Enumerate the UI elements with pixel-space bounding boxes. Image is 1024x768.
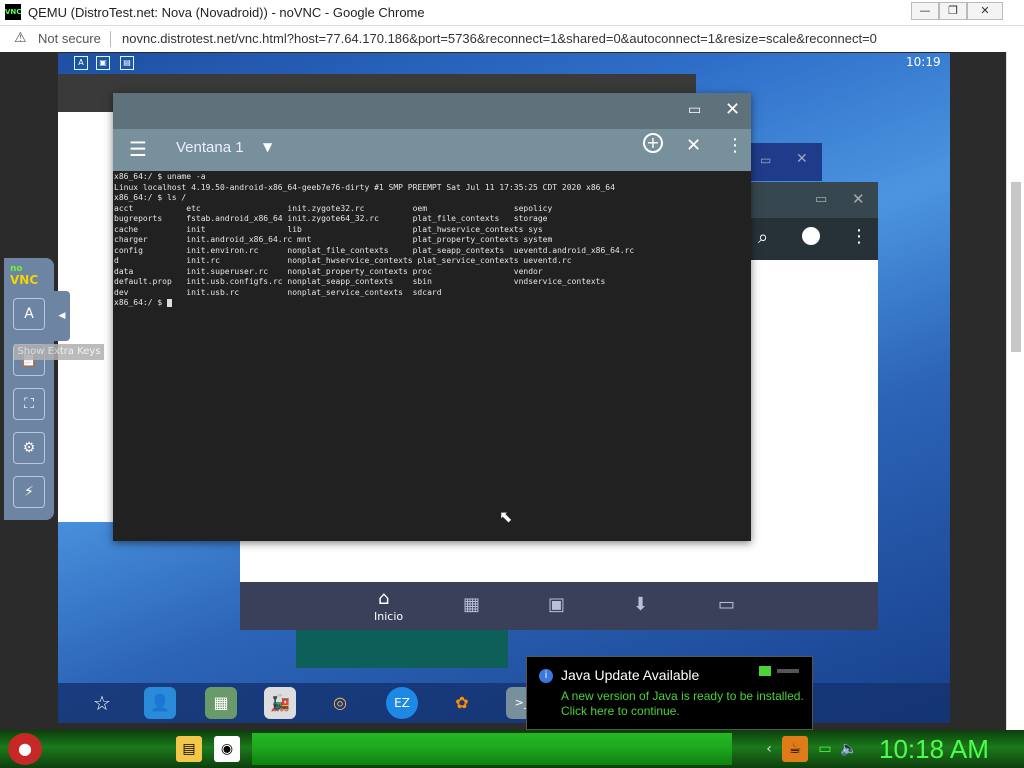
disconnect-button[interactable]: ⚡ [13,476,45,508]
maximize-icon[interactable]: ▭ [815,192,827,207]
taskbar-active-window[interactable] [252,733,732,765]
address-bar[interactable]: ⚠ Not secure novnc.distrotest.net/vnc.ht… [0,26,1024,53]
android-status-time: 10:19 [906,55,941,69]
keyboard-button[interactable]: A [13,298,45,330]
terminal-line: cache init lib plat_hwservice_contexts s… [114,224,543,234]
train-app-icon[interactable]: 🚂 [264,687,296,719]
butterfly-icon[interactable]: ✿ [446,687,478,719]
tv-icon[interactable]: ▭ [718,594,735,615]
background-panel [296,630,508,668]
chevron-down-icon[interactable]: ▼ [263,140,272,154]
close-terminal-icon[interactable]: ✕ [725,99,740,120]
close-window-icon[interactable]: ✕ [686,135,701,156]
taskbar-clock[interactable]: 10:18 AM [879,734,989,765]
ez-app-icon[interactable]: EZ [386,687,418,719]
tooltip: Show Extra Keys [14,344,104,360]
android-status-bar: A ▣ ▤ 10:19 [58,53,950,73]
scrollbar-thumb[interactable] [1011,182,1021,352]
maximize-icon[interactable]: ▭ [760,153,771,167]
screen-status-icon: ▣ [96,56,110,70]
security-label[interactable]: Not secure [38,31,101,46]
warning-icon[interactable]: ⚠ [14,30,27,46]
restore-button[interactable]: ❐ [939,2,967,20]
close-window-button[interactable]: ✕ [967,2,1003,20]
info-icon: i [539,669,553,683]
contacts-icon[interactable]: 👤 [144,687,176,719]
mouse-pointer-icon: ⬉ [499,507,513,526]
minimize-button[interactable]: — [911,2,939,20]
background-window-header-2: ▭ ✕ [740,143,822,181]
home-label[interactable]: Inicio [374,610,403,623]
url-field[interactable]: novnc.distrotest.net/vnc.html?host=77.64… [122,31,877,46]
maps-icon[interactable]: ▦ [205,687,237,719]
terminal-line: x86_64:/ $ uname -a [114,172,206,181]
terminal-output[interactable]: x86_64:/ $ uname -a Linux localhost 4.19… [114,172,634,309]
browser-title-bar: VNC QEMU (DistroTest.net: Nova (Novadroi… [0,0,1024,26]
popup-close-bar[interactable] [777,669,799,673]
star-icon[interactable]: ☆ [86,687,118,719]
chrome-icon[interactable]: ◉ [214,736,240,762]
terminal-line: config init.environ.rc nonplat_file_cont… [114,245,635,255]
account-icon[interactable] [802,227,820,245]
terminal-line: x86_64:/ $ ls / [114,193,187,202]
file-explorer-icon[interactable]: ▤ [176,736,202,762]
terminal-line: Linux localhost 4.19.50-android-x86_64-g… [114,182,615,192]
search-icon[interactable]: ⌕ [758,227,768,248]
hamburger-menu-icon[interactable]: ☰ [129,137,147,161]
terminal-line: bugreports fstab.android_x86_64 init.zyg… [114,214,548,223]
java-tray-icon[interactable]: ☕ [782,736,808,762]
terminal-toolbar: ☰ Ventana 1 ▼ + ✕ ⋮ [113,129,751,171]
download-icon[interactable]: ⬇ [633,594,648,615]
media-icon[interactable]: ▣ [548,594,565,615]
maximize-icon[interactable]: ▭ [688,102,701,118]
terminal-title-bar: ▭ ✕ [113,93,751,129]
popup-status-icon [759,666,771,676]
java-popup-title[interactable]: Java Update Available [561,667,699,683]
terminal-window: ▭ ✕ ☰ Ventana 1 ▼ + ✕ ⋮ x86_64:/ $ uname… [113,93,751,541]
vlc-icon[interactable]: ◎ [324,687,356,719]
novnc-collapse-handle[interactable]: ◀ [54,291,70,341]
terminal-tab-name[interactable]: Ventana 1 [176,139,244,156]
window-title: QEMU (DistroTest.net: Nova (Novadroid)) … [28,5,425,20]
novnc-control-bar: no VNC A 📋 ⛶ ⚙ ⚡ [4,258,54,520]
terminal-line: data init.superuser.rc nonplat_property_… [114,266,543,276]
close-icon[interactable]: ✕ [852,190,865,208]
terminal-line: charger init.android_x86_64.rc mnt plat_… [114,235,553,244]
novnc-logo-bottom: VNC [10,273,39,287]
java-popup-line2[interactable]: Click here to continue. [561,704,680,718]
terminal-line: acct etc init.zygote32.rc oem sepolicy [114,203,553,213]
page-scrollbar[interactable] [1006,52,1024,730]
start-button[interactable]: ● [8,733,42,765]
home-icon[interactable]: ⌂ [378,588,389,609]
network-icon[interactable]: ▭ [812,736,838,762]
terminal-prompt: x86_64:/ $ [114,298,167,307]
windows-taskbar: ● ▤ ◉ ‹ ☕ ▭ 🔈 10:18 AM [0,730,1024,768]
java-popup-line1[interactable]: A new version of Java is ready to be ins… [561,689,804,703]
more-options-icon[interactable]: ⋮ [726,135,744,156]
apps-grid-icon[interactable]: ▦ [463,594,480,615]
terminal-line: default.prop init.usb.configfs.rc nonpla… [114,277,606,286]
add-window-icon[interactable]: + [643,133,663,153]
keyboard-status-icon: A [74,56,88,70]
tray-arrow-icon[interactable]: ‹ [756,736,782,762]
sd-card-status-icon: ▤ [120,56,134,70]
vnc-app-icon: VNC [5,4,21,20]
volume-icon[interactable]: 🔈 [836,736,862,762]
settings-button[interactable]: ⚙ [13,432,45,464]
terminal-cursor [166,298,172,307]
terminal-line: d init.rc nonplat_hwservice_contexts pla… [114,256,572,265]
app-bottom-nav: ⌂ Inicio ▦ ▣ ⬇ ▭ [240,582,878,630]
android-dock: ☆ 👤 ▦ 🚂 ◎ EZ ✿ >_ [58,683,950,723]
address-divider [110,31,111,47]
terminal-line: dev init.usb.rc nonplat_service_contexts… [114,287,442,297]
java-update-popup[interactable]: i Java Update Available A new version of… [526,656,813,730]
fullscreen-button[interactable]: ⛶ [13,388,45,420]
close-icon[interactable]: ✕ [796,151,808,167]
more-options-icon[interactable]: ⋮ [850,226,868,247]
